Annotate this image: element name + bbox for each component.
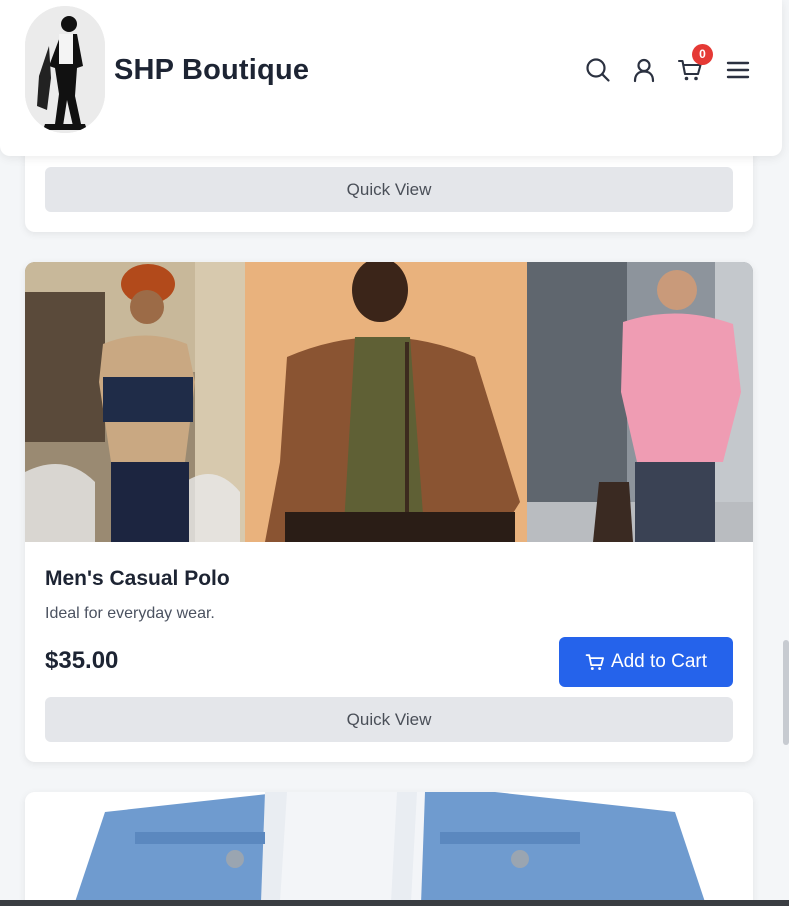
brand-name[interactable]: SHP Boutique [114, 54, 309, 87]
product-price: $35.00 [45, 647, 119, 674]
product-image-1 [25, 262, 245, 542]
scrollbar-thumb[interactable] [783, 640, 789, 745]
add-to-cart-label: Add to Cart [610, 651, 708, 672]
cart-count-badge: 0 [692, 44, 713, 65]
product-image-3 [527, 262, 753, 542]
product-title[interactable]: Men's Casual Polo [45, 567, 230, 591]
site-header: SHP Boutique 0 [0, 0, 782, 156]
brand-logo[interactable] [25, 6, 105, 133]
window-bottom-edge [0, 900, 789, 906]
cart-icon [585, 654, 604, 670]
product-description: Ideal for everyday wear. [45, 605, 215, 622]
product-image-2 [245, 262, 527, 542]
quick-view-button[interactable]: Quick View [45, 697, 733, 742]
product-card-casual-polo: Men's Casual Polo Ideal for everyday wea… [25, 262, 753, 762]
product-image-gallery[interactable] [25, 262, 753, 542]
quick-view-button[interactable]: Quick View [45, 167, 733, 212]
product-image[interactable] [25, 792, 753, 906]
menu-icon[interactable] [725, 57, 751, 83]
product-card [25, 792, 753, 906]
search-icon[interactable] [585, 57, 611, 83]
add-to-cart-button[interactable]: Add to Cart [559, 637, 733, 687]
user-icon[interactable] [631, 57, 657, 83]
